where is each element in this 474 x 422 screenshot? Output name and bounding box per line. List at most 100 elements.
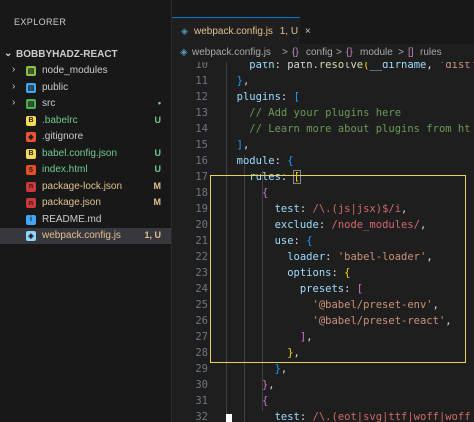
line-number: 22 [195,251,208,263]
file-name: src [42,98,56,109]
line-number: 25 [195,299,208,311]
webpack-icon: ◈ [26,231,36,241]
breadcrumb-module[interactable]: module [360,47,393,58]
breadcrumb: ◈ webpack.config.js > {} config > {} mod… [172,44,474,62]
file-name: .babelrc [42,114,78,126]
git-status-badge: • [157,98,161,108]
src-folder-icon: ▤ [26,99,36,109]
line-number: 18 [195,187,208,199]
breadcrumb-rules[interactable]: rules [420,47,442,58]
chevron-right-icon[interactable]: › [12,64,15,75]
git-status-badge: U [154,147,162,158]
code-line: module: { [236,155,294,167]
line-number: 10 [195,62,208,71]
file-name: package.json [42,197,101,208]
npm-icon: n [26,181,36,192]
npm-icon: n [26,198,36,208]
braces-icon: {} [292,47,299,58]
breadcrumb-separator: > [336,47,342,58]
line-number: 30 [195,379,208,391]
code-line: { [261,395,269,407]
webpack-icon: ◈ [181,26,188,36]
chevron-down-icon: ⌄ [4,48,13,59]
webpack-icon: ◈ [180,47,188,58]
line-number: 17 [195,171,208,183]
folder-row[interactable]: › ▤ node_modules [0,63,171,79]
breadcrumb-separator: > [282,47,288,58]
line-number: 29 [195,363,208,375]
git-status-badge: 1, U [144,230,161,240]
line-number: 19 [195,203,208,215]
code-line: // Learn more about plugins from ht [249,123,471,135]
line-number: 14 [195,123,208,135]
line-number: 11 [195,75,208,87]
line-number: 15 [195,139,208,151]
file-row[interactable]: ◆ .gitignore [0,129,171,145]
line-number: 28 [195,347,208,359]
node-modules-folder-icon: ▤ [26,66,36,76]
line-number: 24 [195,283,208,295]
line-number: 27 [195,331,208,343]
file-row[interactable]: n package-lock.json M [0,179,171,195]
code-line: }, [236,75,250,87]
line-number: 32 [195,411,208,422]
text-cursor [226,414,232,422]
babel-icon: B [26,148,36,159]
tab-bar: ◈ webpack.config.js 1, U × [172,0,474,44]
babel-icon: B [26,115,36,126]
line-number: 23 [195,267,208,279]
line-number: 20 [195,219,208,231]
line-number: 31 [195,395,208,407]
code-line: }, [261,379,275,391]
chevron-right-icon[interactable]: › [12,97,15,108]
file-row[interactable]: B .babelrc U [0,113,171,129]
array-icon: [] [408,47,414,58]
file-name: webpack.config.js [42,230,121,241]
file-row[interactable]: Bbabel.config.json U [0,146,171,162]
git-status-badge: U [154,164,162,174]
file-name: node_modules [42,65,108,76]
project-name: BOBBYHADZ-REACT [16,49,118,60]
file-row[interactable]: ◈ webpack.config.js 1, U [0,228,171,244]
code-line: plugins: [ [236,91,300,103]
git-status-badge: U [154,114,162,125]
file-name: .gitignore [42,131,84,142]
close-icon[interactable]: × [305,26,311,37]
explorer-title: EXPLORER [14,17,67,27]
braces-icon: {} [346,47,353,58]
line-number: 21 [195,235,208,247]
line-number: 16 [195,155,208,167]
code-line: ], [236,139,250,151]
file-name: public [42,81,69,93]
public-folder-icon: ▤ [26,82,36,93]
file-name: package-lock.json [42,180,123,192]
line-number: 13 [195,107,208,119]
code-line: }, [274,363,288,375]
file-row[interactable]: n package.json M [0,195,171,211]
tab-label: webpack.config.js [194,26,273,37]
breadcrumb-file[interactable]: webpack.config.js [192,47,271,58]
explorer-sidebar: EXPLORER ⌄ BOBBYHADZ-REACT › ▤ node_module… [0,0,172,422]
project-section-header[interactable]: ⌄ BOBBYHADZ-REACT [0,46,171,64]
info-icon: i [26,214,36,225]
folder-row[interactable]: › ▤ src • [0,96,171,112]
code-line: path: path.resolve(__dirname, 'dist' [249,62,474,71]
file-name: index.html [42,164,88,175]
folder-row[interactable]: › ▤ public [0,80,171,96]
tab-status: 1, U [279,26,299,37]
file-row[interactable]: 5 index.html U [0,162,171,178]
git-status-badge: M [153,197,162,207]
code-line: // Add your plugins here [249,107,402,119]
chevron-right-icon[interactable]: › [12,81,15,92]
line-number: 26 [195,315,208,327]
git-status-badge: M [153,180,162,191]
file-name: README.md [42,213,102,225]
breadcrumb-config[interactable]: config [306,47,333,58]
file-name: babel.config.json [42,147,118,159]
git-icon: ◆ [26,132,36,142]
line-number: 12 [195,91,208,103]
html-icon: 5 [26,165,36,175]
file-row[interactable]: i README.md [0,212,171,228]
code-line: test: /\.(eot|svg|ttf|woff|woff [274,411,471,422]
tab-webpack-config[interactable]: ◈ webpack.config.js 1, U × [172,17,311,44]
